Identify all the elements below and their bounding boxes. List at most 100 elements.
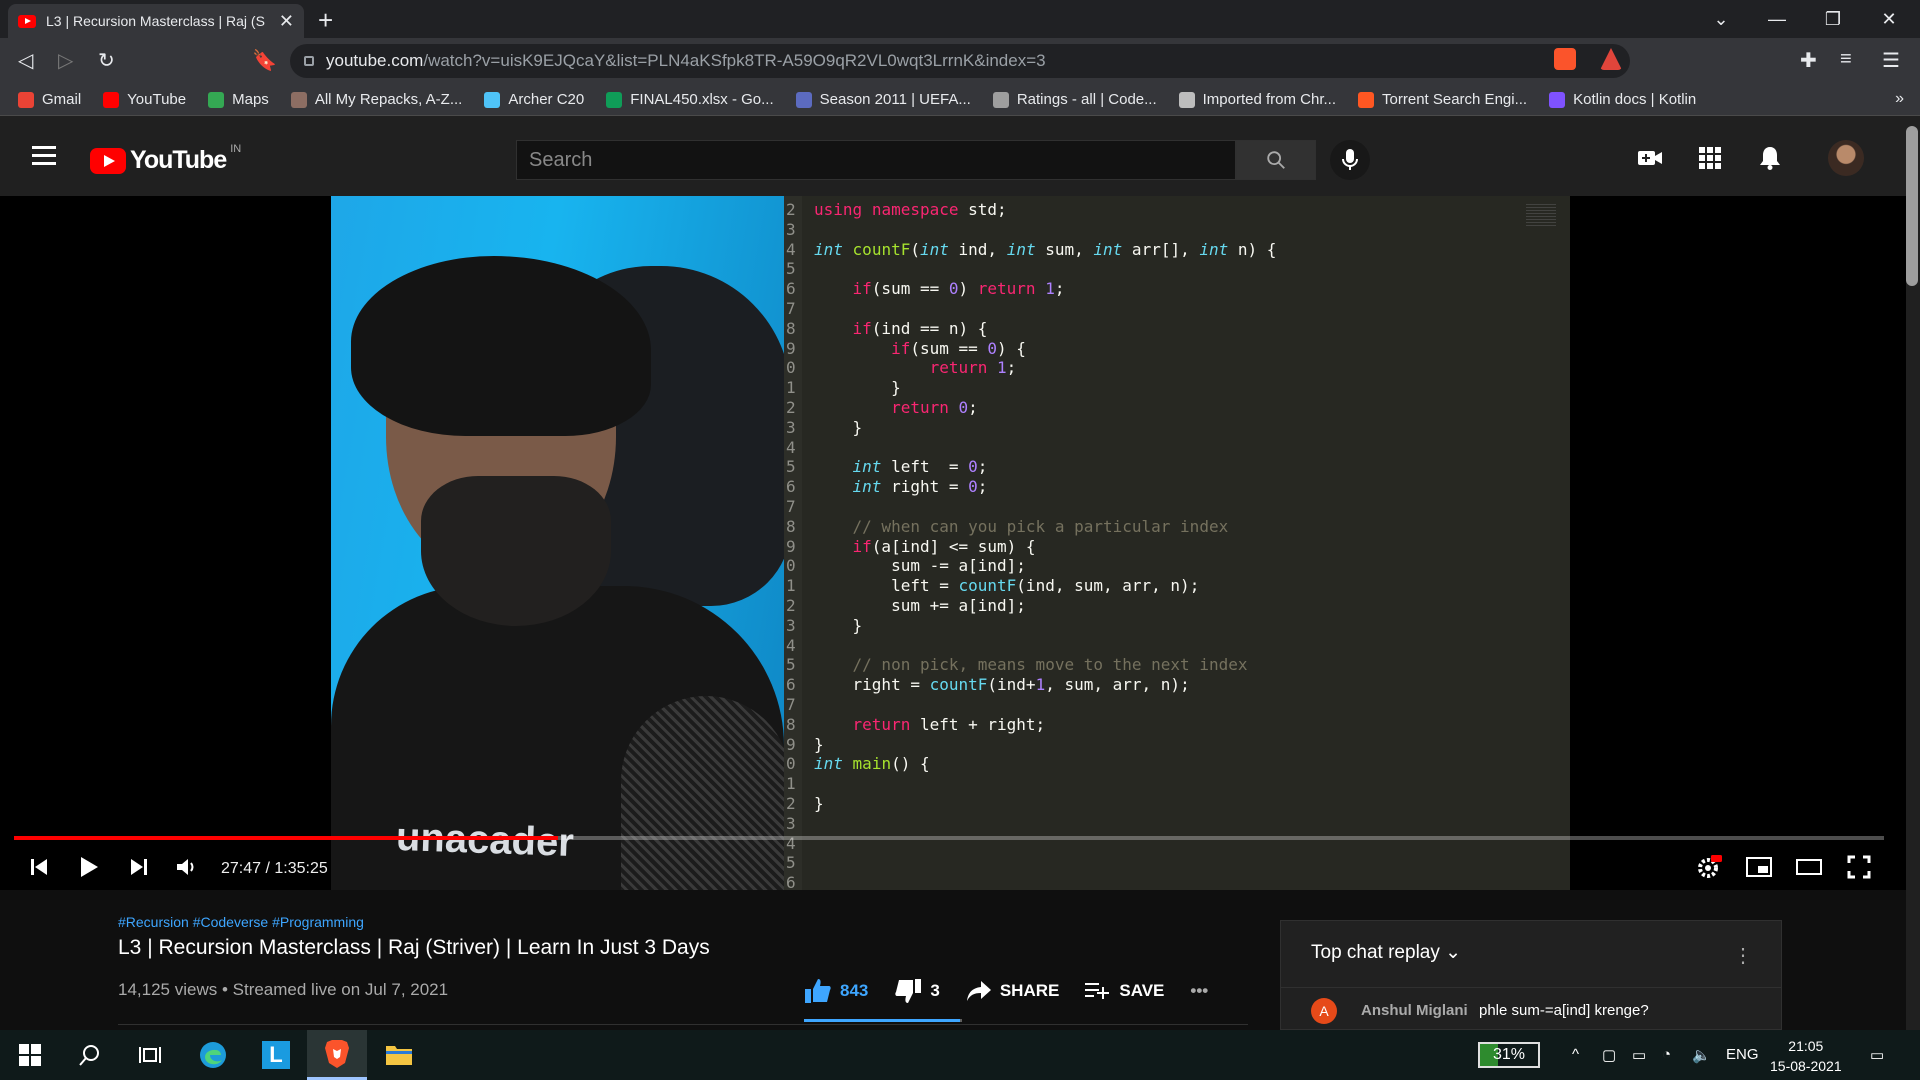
theater-mode-button[interactable] [1794,852,1824,882]
system-clock[interactable]: 21:05 15-08-2021 [1770,1036,1842,1076]
tab-search-icon[interactable]: ⌄ [1698,4,1744,34]
youtube-favicon-icon [18,14,36,28]
line-number: 2 [786,398,796,417]
battery-indicator[interactable]: 31% [1478,1042,1540,1068]
meet-now-icon[interactable]: ▢ [1602,1046,1616,1064]
video-player[interactable]: unacader 2 using namespace std; 3 4 int coun… [0,196,1906,890]
line-number: 2 [786,596,796,615]
share-label: SHARE [999,981,1060,1000]
page-scrollbar-thumb[interactable] [1906,126,1918,286]
brave-shields-icon[interactable] [1554,48,1576,70]
taskbar-edge[interactable] [183,1030,243,1080]
code-text: } [814,417,863,437]
more-bookmarks-button[interactable]: » [1895,90,1904,108]
code-text: sum += a[ind]; [814,596,1026,615]
line-number: 9 [786,338,796,358]
folder-icon [386,1046,412,1065]
close-window-button[interactable]: ✕ [1866,4,1912,34]
bookmark-item[interactable]: Ratings - all | Code... [992,91,1157,108]
forward-button[interactable]: ▷ [58,48,73,73]
progress-bar[interactable] [14,836,1884,840]
bookmark-item[interactable]: FINAL450.xlsx - Go... [606,91,774,108]
input-language[interactable]: ENG [1726,1046,1759,1063]
browser-menu-icon[interactable]: ☰ [1882,48,1900,73]
line-number: 5 [786,259,796,279]
task-view-button[interactable] [120,1030,180,1080]
chat-menu-icon[interactable]: ⋮ [1733,943,1753,968]
previous-button[interactable] [24,852,54,882]
voice-search-button[interactable] [1330,140,1370,180]
line-number: 2 [786,794,796,813]
bookmark-item[interactable]: Maps [208,91,269,108]
save-button[interactable]: SAVE [1085,981,1164,1001]
close-tab-icon[interactable]: ✕ [279,11,294,32]
youtube-logo[interactable]: YouTube IN [90,143,241,175]
dislike-button[interactable]: 3 [894,978,940,1004]
browser-tab-active[interactable]: L3 | Recursion Masterclass | Raj (S ✕ [8,4,304,38]
hamburger-menu-icon[interactable] [32,146,56,170]
minimize-button[interactable]: — [1754,4,1800,34]
windows-logo-icon [19,1044,41,1066]
bookmark-favicon-icon [103,91,120,108]
notifications-bell-icon[interactable] [1756,144,1784,172]
live-chat-replay: Top chat replay ⌄ ⋮ A Anshul Miglani phl… [1280,920,1782,1030]
search-button[interactable] [1236,140,1316,180]
bookmark-item[interactable]: Imported from Chr... [1178,91,1336,108]
show-hidden-icons-icon[interactable]: ^ [1572,1046,1579,1063]
taskbar-brave[interactable] [307,1030,367,1080]
bookmark-item[interactable]: Kotlin docs | Kotlin [1549,91,1696,108]
tab-title: L3 | Recursion Masterclass | Raj (S [46,13,265,29]
save-label: SAVE [1119,981,1165,1000]
search-input[interactable]: Search [516,140,1236,180]
new-tab-button[interactable]: + [318,5,333,36]
taskbar-search-button[interactable] [60,1030,120,1080]
like-button[interactable]: 843 [804,978,868,1004]
previous-icon [31,859,47,875]
wifi-icon[interactable]: ◔ [1662,1046,1671,1063]
reload-button[interactable]: ↻ [98,48,115,73]
chat-mode-dropdown[interactable]: Top chat replay ⌄ [1311,941,1461,964]
next-button[interactable] [124,852,154,882]
bookmark-item[interactable]: Archer C20 [484,91,584,108]
video-hashtags[interactable]: #Recursion #Codeverse #Programming [118,914,364,930]
apps-grid-icon[interactable] [1696,144,1724,172]
extensions-icon[interactable]: ✚ [1800,48,1817,73]
notification-center-icon[interactable]: ▭ [1870,1046,1884,1064]
restore-button[interactable]: ❐ [1810,4,1856,34]
battery-tray-icon[interactable]: ▭ [1632,1046,1646,1064]
bookmark-item[interactable]: YouTube [103,91,186,108]
bookmark-item[interactable]: All My Repacks, A-Z... [290,91,462,108]
settings-gear-icon [1698,855,1722,878]
bookmark-icon[interactable]: 🔖 [252,48,277,73]
bookmark-item[interactable]: Gmail [18,91,81,108]
settings-button[interactable] [1694,852,1724,882]
back-button[interactable]: ◁ [18,48,33,73]
bookmark-label: YouTube [127,91,187,108]
miniplayer-button[interactable] [1744,852,1774,882]
code-text: if(a[ind] <= sum) { [852,536,1036,556]
bookmark-item[interactable]: Season 2011 | UEFA... [795,91,971,108]
more-actions-icon[interactable]: ••• [1190,981,1208,1001]
bookmark-item[interactable]: Torrent Search Engi... [1358,91,1527,108]
browser-toolbar: ◁ ▷ ↻ 🔖 youtube.com/watch?v=uisK9EJQcaY&… [0,38,1920,84]
share-button[interactable]: SHARE [966,980,1060,1002]
bookmark-favicon-icon [290,91,307,108]
line-number: 8 [786,516,796,536]
start-button[interactable] [0,1030,60,1080]
video-title: L3 | Recursion Masterclass | Raj (Strive… [118,936,710,959]
chat-author-avatar[interactable]: A [1311,998,1337,1024]
address-bar[interactable]: youtube.com/watch?v=uisK9EJQcaY&list=PLN… [290,44,1630,78]
line-number: 0 [786,754,796,774]
account-avatar[interactable] [1828,140,1864,176]
volume-tray-icon[interactable]: 🔈 [1692,1046,1711,1064]
mute-button[interactable] [172,852,202,882]
chat-author-name[interactable]: Anshul Miglani [1361,1002,1468,1019]
create-video-icon[interactable] [1636,144,1664,172]
fullscreen-button[interactable] [1844,852,1874,882]
media-controls-icon[interactable]: ≡ [1840,48,1852,71]
taskbar-file-explorer[interactable] [369,1030,429,1080]
code-text: return 0; [891,398,978,417]
taskbar-app-l[interactable]: L [246,1030,306,1080]
play-button[interactable] [74,852,104,882]
like-ratio-bar-dislikes [960,1019,962,1022]
